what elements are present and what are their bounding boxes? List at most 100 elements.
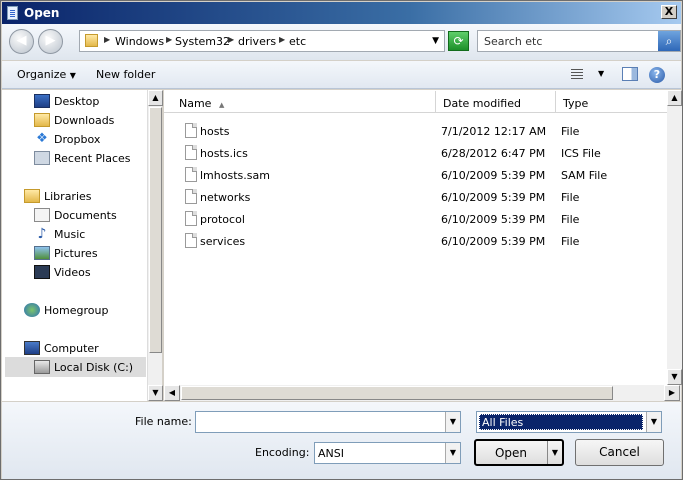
- chevron-right-icon[interactable]: ▶: [279, 35, 285, 44]
- dialog-footer: File name: ▼ All Files ▼ Encoding: ANSI …: [2, 402, 681, 479]
- pictures-icon: [34, 246, 50, 260]
- scroll-down-button[interactable]: ▼: [148, 385, 163, 401]
- file-list: Name ▲ Date modified Type hosts 7/1/2012…: [164, 90, 681, 401]
- nav-label: Libraries: [44, 190, 92, 203]
- file-date: 6/10/2009 5:39 PM: [441, 169, 546, 182]
- chevron-down-icon: ▼: [69, 71, 76, 80]
- preview-pane-icon[interactable]: [622, 67, 638, 81]
- file-icon: [185, 167, 197, 182]
- search-icon[interactable]: ⌕: [658, 31, 680, 51]
- search-input[interactable]: Search etc ⌕: [477, 30, 681, 52]
- open-label: Open: [494, 446, 528, 460]
- file-name-field[interactable]: ▼: [195, 411, 461, 433]
- file-date: 6/10/2009 5:39 PM: [441, 213, 546, 226]
- nav-label: Recent Places: [54, 152, 131, 165]
- documents-icon: [34, 208, 50, 222]
- chevron-down-icon[interactable]: ▼: [445, 443, 460, 463]
- file-icon: [185, 211, 197, 226]
- nav-label: Pictures: [54, 247, 98, 260]
- file-row[interactable]: services 6/10/2009 5:39 PM File: [164, 230, 674, 252]
- encoding-select[interactable]: ANSI ▼: [314, 442, 461, 464]
- nav-label: Computer: [44, 342, 99, 355]
- column-header-name[interactable]: Name ▲: [172, 91, 436, 113]
- desktop-icon: [34, 94, 50, 108]
- nav-label: Dropbox: [54, 133, 101, 146]
- scroll-left-button[interactable]: ◀: [164, 385, 180, 401]
- nav-label: Videos: [54, 266, 91, 279]
- file-name: protocol: [200, 213, 245, 226]
- chevron-down-icon[interactable]: ▼: [547, 441, 562, 464]
- cancel-button[interactable]: Cancel: [575, 439, 664, 466]
- chevron-down-icon[interactable]: ▼: [445, 412, 460, 432]
- chevron-right-icon[interactable]: ▶: [104, 35, 110, 44]
- file-name: hosts: [200, 125, 230, 138]
- drive-icon: [34, 360, 50, 374]
- chevron-down-icon[interactable]: ▼: [646, 412, 661, 432]
- file-type: SAM File: [561, 169, 608, 182]
- organize-label: Organize: [17, 68, 67, 81]
- column-header-date[interactable]: Date modified: [436, 91, 556, 113]
- nav-label: Music: [54, 228, 86, 241]
- breadcrumb-windows[interactable]: Windows: [115, 35, 164, 48]
- scroll-thumb[interactable]: [181, 386, 613, 400]
- column-label: Name: [179, 97, 212, 110]
- computer-icon: [24, 341, 40, 355]
- view-options-icon[interactable]: [570, 67, 586, 81]
- chevron-down-icon[interactable]: ▼: [432, 36, 439, 46]
- nav-scrollbar[interactable]: ▲ ▼: [147, 90, 163, 401]
- file-name: networks: [200, 191, 251, 204]
- nav-label: Homegroup: [44, 304, 109, 317]
- file-icon: [185, 123, 197, 138]
- new-folder-button[interactable]: New folder: [96, 68, 155, 81]
- file-list-horizontal-scrollbar[interactable]: ◀ ▶: [164, 385, 681, 401]
- help-icon[interactable]: ?: [649, 67, 665, 83]
- file-icon: [185, 233, 197, 248]
- file-icon: [185, 145, 197, 160]
- file-icon: [185, 189, 197, 204]
- scroll-up-button[interactable]: ▲: [148, 90, 163, 106]
- recent-places-icon: [34, 151, 50, 165]
- column-header-type[interactable]: Type: [556, 91, 674, 113]
- file-row[interactable]: hosts.ics 6/28/2012 6:47 PM ICS File: [164, 142, 674, 164]
- breadcrumb-drivers[interactable]: drivers: [238, 35, 276, 48]
- breadcrumb-etc[interactable]: etc: [289, 35, 306, 48]
- file-name: hosts.ics: [200, 147, 248, 160]
- back-button[interactable]: ◀: [9, 29, 34, 54]
- scroll-up-button[interactable]: ▲: [667, 90, 682, 106]
- chevron-right-icon[interactable]: ▶: [166, 35, 172, 44]
- file-type: ICS File: [561, 147, 601, 160]
- file-row[interactable]: hosts 7/1/2012 12:17 AM File: [164, 120, 674, 142]
- file-type-filter[interactable]: All Files ▼: [476, 411, 662, 433]
- search-placeholder: Search etc: [484, 35, 543, 48]
- organize-button[interactable]: Organize ▼: [17, 68, 76, 81]
- close-button[interactable]: X: [661, 5, 677, 19]
- sort-ascending-icon: ▲: [218, 101, 225, 109]
- file-list-vertical-scrollbar[interactable]: ▲ ▼: [667, 90, 682, 385]
- open-button[interactable]: Open ▼: [474, 439, 564, 466]
- videos-icon: [34, 265, 50, 279]
- scroll-down-button[interactable]: ▼: [667, 369, 682, 385]
- file-type: File: [561, 125, 580, 138]
- file-type: File: [561, 191, 580, 204]
- encoding-value: ANSI: [318, 447, 344, 460]
- file-row[interactable]: protocol 6/10/2009 5:39 PM File: [164, 208, 674, 230]
- scroll-right-button[interactable]: ▶: [664, 385, 680, 401]
- refresh-button[interactable]: ⟳: [448, 31, 469, 51]
- forward-button[interactable]: ▶: [38, 29, 63, 54]
- file-date: 6/28/2012 6:47 PM: [441, 147, 546, 160]
- homegroup-icon: [24, 303, 40, 317]
- chevron-down-icon[interactable]: ▼: [598, 69, 604, 78]
- address-bar[interactable]: ▶ Windows ▶ System32 ▶ drivers ▶ etc ▼: [79, 30, 445, 52]
- libraries-icon: [24, 189, 40, 203]
- breadcrumb-system32[interactable]: System32: [175, 35, 230, 48]
- file-row[interactable]: networks 6/10/2009 5:39 PM File: [164, 186, 674, 208]
- file-row[interactable]: lmhosts.sam 6/10/2009 5:39 PM SAM File: [164, 164, 674, 186]
- file-type: File: [561, 235, 580, 248]
- file-type-value: All Files: [479, 414, 643, 430]
- scroll-thumb[interactable]: [149, 107, 162, 353]
- chevron-right-icon[interactable]: ▶: [228, 35, 234, 44]
- file-date: 6/10/2009 5:39 PM: [441, 191, 546, 204]
- toolbar: Organize ▼ New folder ▼ ?: [2, 61, 681, 89]
- title-bar[interactable]: Open X: [2, 2, 681, 24]
- nav-label: Desktop: [54, 95, 100, 108]
